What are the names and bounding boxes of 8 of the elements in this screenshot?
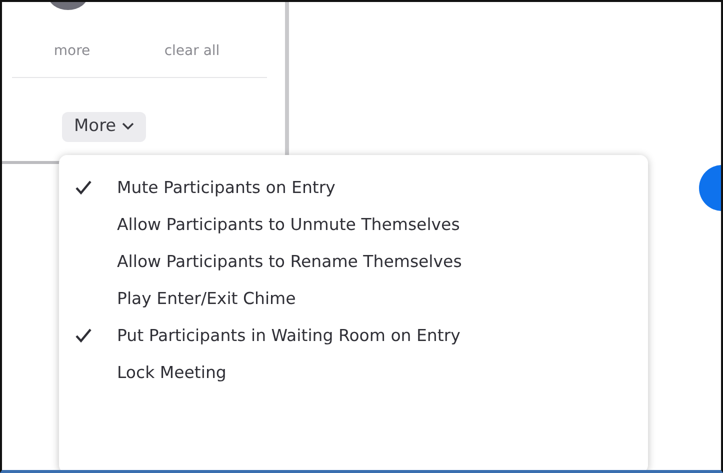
menu-item[interactable]: Mute Participants on Entry	[59, 169, 648, 206]
menu-item[interactable]: Lock Meeting	[59, 354, 648, 391]
menu-item[interactable]: Put Participants in Waiting Room on Entry	[59, 317, 648, 354]
chevron-icon	[122, 122, 134, 130]
menu-item[interactable]: Allow Participants to Unmute Themselves	[59, 206, 648, 243]
menu-item[interactable]: Allow Participants to Rename Themselves	[59, 243, 648, 280]
menu-item[interactable]: Play Enter/Exit Chime	[59, 280, 648, 317]
more-button[interactable]: More	[62, 112, 146, 142]
